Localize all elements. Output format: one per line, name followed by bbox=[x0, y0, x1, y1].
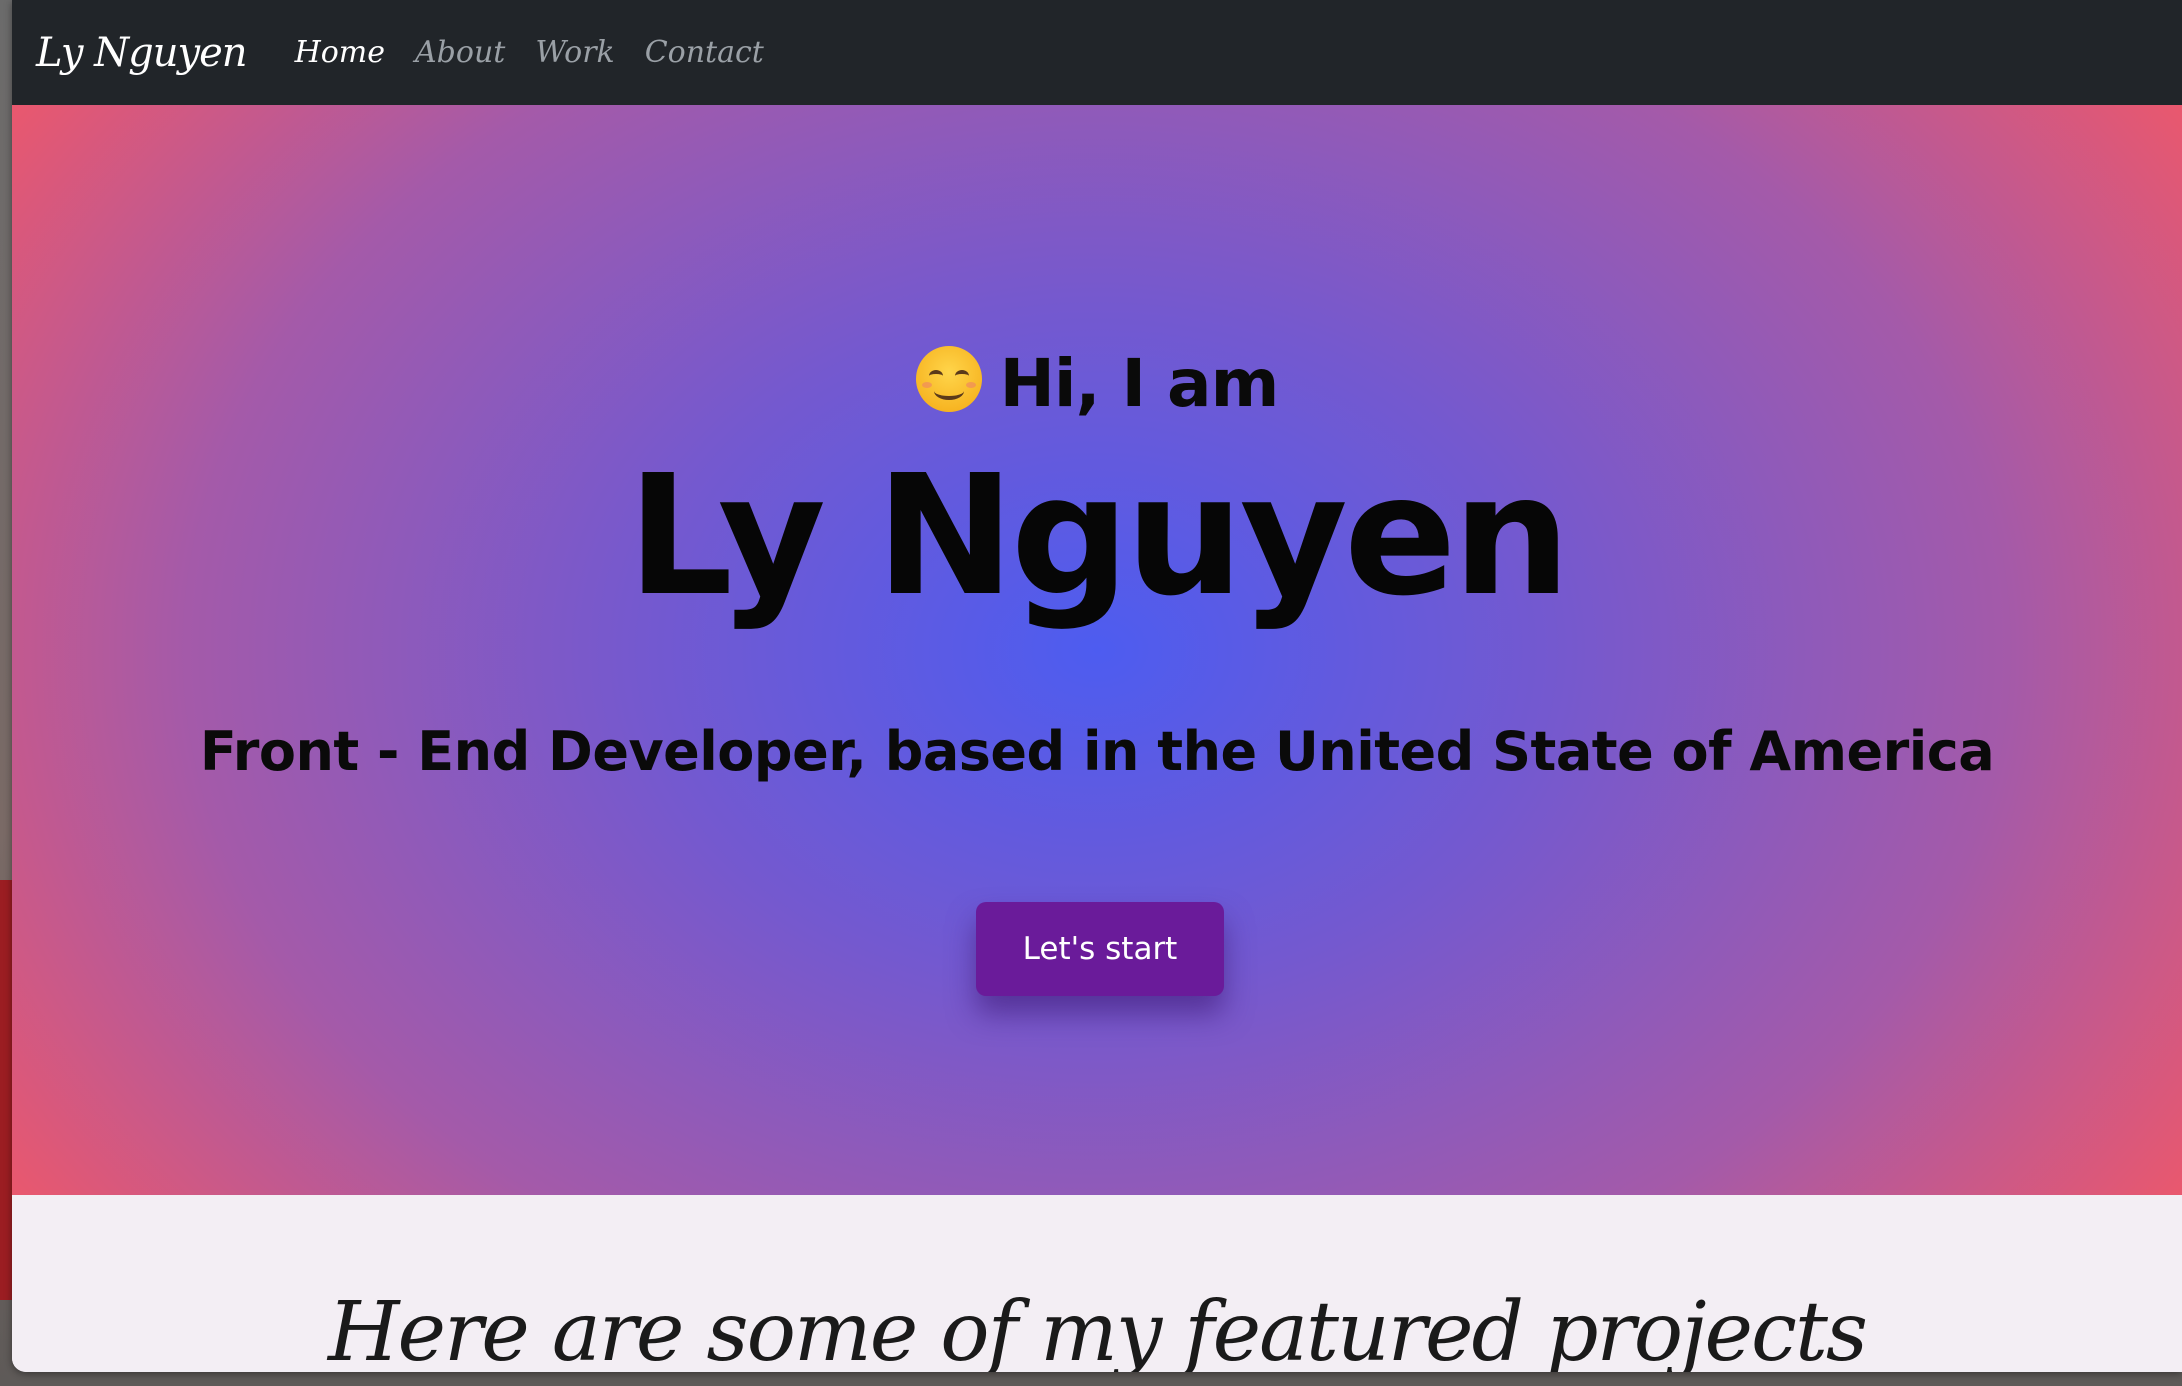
lets-start-button[interactable]: Let's start bbox=[976, 902, 1224, 996]
desktop-wallpaper-detail bbox=[0, 880, 12, 1300]
nav-link-home[interactable]: Home bbox=[295, 35, 385, 70]
hero-greeting: Hi, I am bbox=[12, 345, 2182, 422]
navbar: Ly Nguyen Home About Work Contact bbox=[12, 0, 2182, 105]
smiling-face-icon bbox=[915, 346, 982, 412]
hero-role: Front - End Developer, based in the Unit… bbox=[199, 720, 1995, 783]
nav-link-contact[interactable]: Contact bbox=[645, 35, 764, 70]
nav-links: Home About Work Contact bbox=[295, 35, 764, 70]
brand-logo[interactable]: Ly Nguyen bbox=[36, 30, 248, 76]
browser-window: Ly Nguyen Home About Work Contact Hi, I … bbox=[12, 0, 2182, 1372]
projects-section: Here are some of my featured projects bbox=[12, 1195, 2182, 1372]
projects-heading: Here are some of my featured projects bbox=[327, 1285, 1868, 1372]
nav-link-about[interactable]: About bbox=[415, 35, 505, 70]
hero-section: Hi, I am Ly Nguyen Front - End Developer… bbox=[12, 105, 2182, 1195]
hero-name: Ly Nguyen bbox=[627, 440, 1570, 633]
greeting-text: Hi, I am bbox=[999, 345, 1280, 422]
nav-link-work[interactable]: Work bbox=[535, 35, 614, 70]
